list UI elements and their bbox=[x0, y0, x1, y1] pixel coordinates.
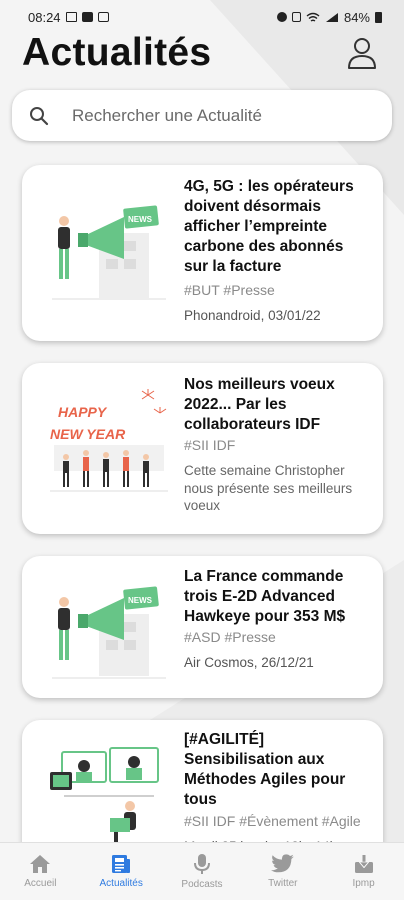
search-bar[interactable] bbox=[12, 90, 392, 141]
nav-label: Actualités bbox=[99, 878, 143, 889]
article-meta: Phonandroid, 03/01/22 bbox=[184, 308, 321, 323]
mute-icon bbox=[291, 12, 301, 22]
thumb-new-year-label: NEW YEAR bbox=[50, 426, 126, 442]
megaphone-news-illustration: NEWS bbox=[52, 586, 166, 679]
home-icon bbox=[30, 855, 51, 873]
nav-item-ipmp[interactable]: Ipmp bbox=[323, 843, 404, 900]
article-card[interactable]: NEWS 4G, 5G : les opérateurs doivent dés… bbox=[22, 165, 383, 341]
nav-label: Twitter bbox=[268, 878, 298, 889]
app-notification-icon-2 bbox=[97, 12, 109, 22]
article-tags: #SII IDF bbox=[184, 437, 236, 453]
status-time: 08:24 bbox=[28, 9, 61, 25]
alarm-icon bbox=[276, 12, 287, 22]
nav-label: Ipmp bbox=[352, 878, 375, 889]
article-card[interactable]: HAPPY NEW YEAR Nos meilleurs voeux 2022.… bbox=[22, 363, 383, 534]
nav-label: Podcasts bbox=[181, 879, 223, 890]
signal-icon bbox=[325, 12, 338, 22]
search-icon bbox=[28, 105, 50, 127]
article-tags: #ASD #Presse bbox=[184, 629, 276, 645]
thumb-news-label: NEWS bbox=[128, 215, 153, 224]
article-title: Nos meilleurs voeux 2022... Par les coll… bbox=[184, 376, 335, 433]
thumb-news-label: NEWS bbox=[128, 596, 153, 605]
microphone-icon bbox=[193, 854, 210, 874]
bottom-navigation: Accueil Actualités Podcasts Twitter Ipmp bbox=[0, 842, 404, 900]
battery-text: 84% bbox=[343, 9, 370, 25]
article-meta: Air Cosmos, 26/12/21 bbox=[184, 655, 314, 670]
article-title: La France commande trois E-2D Advanced H… bbox=[184, 568, 346, 625]
agile-meeting-illustration bbox=[50, 747, 159, 846]
app-notification-icon bbox=[81, 12, 93, 22]
article-meta: Cette semaine Christopher nous présente … bbox=[184, 463, 353, 513]
article-title: [#AGILITÉ] Sensibilisation aux Méthodes … bbox=[184, 731, 346, 808]
profile-button[interactable] bbox=[344, 35, 380, 71]
search-input[interactable] bbox=[72, 105, 372, 126]
user-icon bbox=[348, 38, 376, 69]
article-card[interactable]: NEWS La France commande trois E-2D Advan… bbox=[22, 556, 383, 698]
nav-item-accueil[interactable]: Accueil bbox=[0, 843, 81, 900]
article-title: 4G, 5G : les opérateurs doivent désormai… bbox=[184, 178, 354, 275]
nav-item-actualites[interactable]: Actualités bbox=[81, 843, 162, 900]
article-tags: #SII IDF #Évènement #Agile bbox=[184, 813, 361, 829]
download-icon bbox=[354, 855, 373, 873]
twitter-icon bbox=[270, 854, 294, 873]
gallery-icon bbox=[65, 12, 77, 22]
megaphone-news-illustration: NEWS bbox=[52, 205, 166, 300]
wifi-icon bbox=[306, 12, 320, 22]
news-icon bbox=[112, 855, 131, 873]
nav-label: Accueil bbox=[24, 878, 57, 889]
nav-item-podcasts[interactable]: Podcasts bbox=[162, 843, 243, 900]
nav-item-twitter[interactable]: Twitter bbox=[242, 843, 323, 900]
article-tags: #BUT #Presse bbox=[184, 282, 275, 298]
happy-new-year-illustration: HAPPY NEW YEAR bbox=[50, 389, 168, 492]
app-header: Actualités bbox=[22, 26, 380, 80]
battery-icon bbox=[375, 11, 382, 23]
page-title: Actualités bbox=[22, 31, 212, 74]
thumb-happy-label: HAPPY bbox=[58, 404, 108, 420]
